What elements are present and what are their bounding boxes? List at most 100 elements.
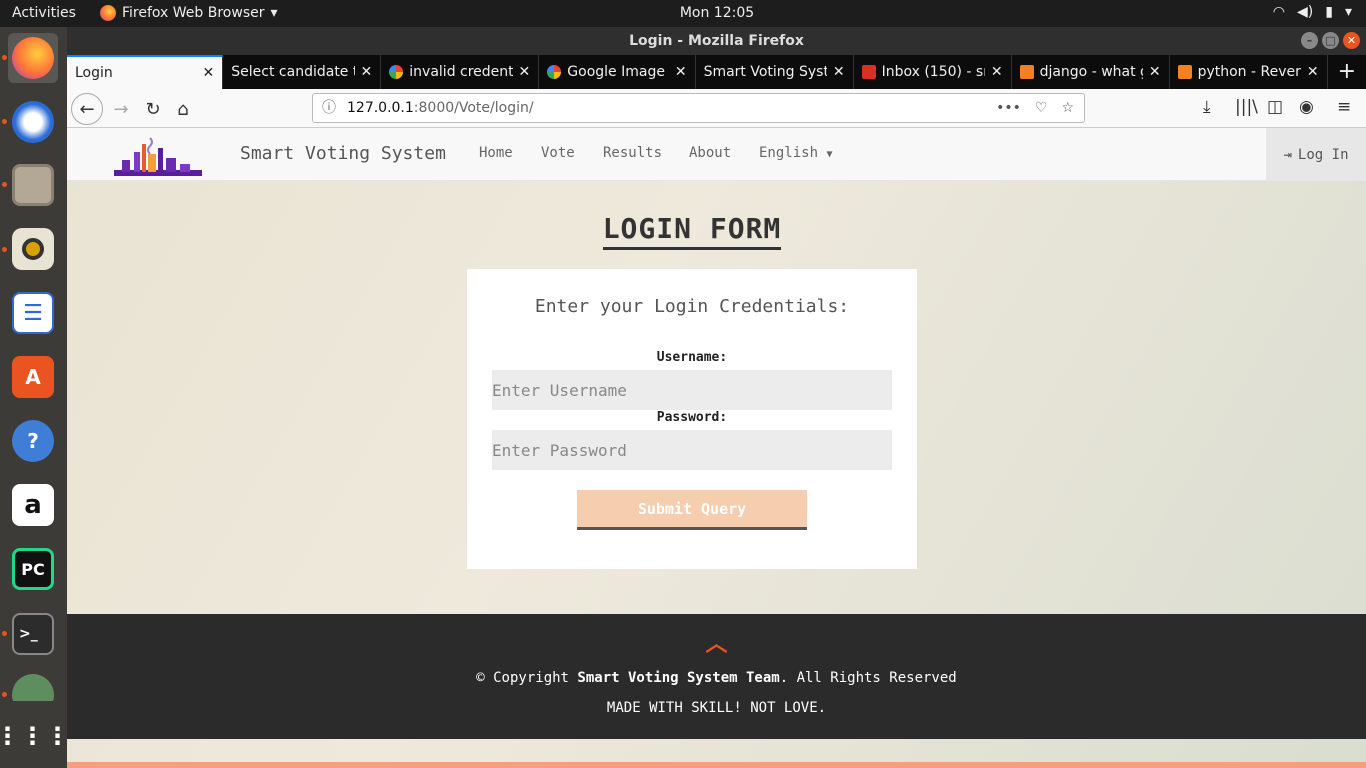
tab-python[interactable]: python - Rever ✕ <box>1170 55 1328 89</box>
pocket-icon[interactable]: ♡ <box>1035 94 1048 122</box>
back-button[interactable]: ← <box>71 93 103 125</box>
url-path: :8000/Vote/login/ <box>413 100 534 116</box>
nav-vote[interactable]: Vote <box>541 145 575 161</box>
wifi-icon: ◠ <box>1272 4 1286 20</box>
running-indicator <box>2 182 7 187</box>
system-tray[interactable]: ◠ ◀) ▮ ▾ <box>1273 4 1352 20</box>
tab-label: Login <box>75 65 113 81</box>
dock-help[interactable]: ? <box>8 416 58 466</box>
close-tab-icon[interactable]: ✕ <box>675 64 687 80</box>
copyright-suffix: . All Rights Reserved <box>779 670 957 686</box>
tab-inbox[interactable]: Inbox (150) - sr ✕ <box>854 55 1012 89</box>
maximize-button[interactable]: □ <box>1322 32 1339 49</box>
google-icon <box>389 65 404 79</box>
url-host: 127.0.0.1 <box>347 100 414 116</box>
close-tab-icon[interactable]: ✕ <box>1149 64 1161 80</box>
close-tab-icon[interactable]: ✕ <box>519 64 531 80</box>
tab-select-candidate[interactable]: Select candidate t ✕ <box>223 55 382 89</box>
chevron-up-icon[interactable]: ︿ <box>67 626 1366 658</box>
close-tab-icon[interactable]: ✕ <box>991 64 1003 80</box>
info-icon[interactable]: ⓘ <box>322 94 336 122</box>
page-actions-icon[interactable]: ••• <box>996 94 1021 122</box>
copyright: © Copyright Smart Voting System Team. Al… <box>67 670 1366 686</box>
window-title: Login - Mozilla Firefox <box>629 33 804 49</box>
dock-software[interactable]: A <box>8 352 58 402</box>
new-tab-button[interactable]: + <box>1328 55 1366 89</box>
login-card: Enter your Login Credentials: Username: … <box>467 269 917 569</box>
password-label: Password: <box>656 410 728 425</box>
tab-django[interactable]: django - what g ✕ <box>1012 55 1170 89</box>
login-label: Log In <box>1297 146 1349 163</box>
username-label: Username: <box>656 350 728 365</box>
terminal-icon: >_ <box>12 613 54 655</box>
tab-google-image[interactable]: Google Image ✕ <box>539 55 696 89</box>
dock-rhythmbox[interactable] <box>8 224 58 274</box>
dock-pycharm[interactable]: PC <box>8 544 58 594</box>
tab-invalid-credentials[interactable]: invalid credent ✕ <box>381 55 540 89</box>
url-bar[interactable]: ⓘ 127.0.0.1:8000/Vote/login/ ••• ♡ ☆ <box>312 93 1085 123</box>
thunderbird-icon <box>12 101 54 143</box>
language-dropdown[interactable]: English ▼ <box>759 145 832 161</box>
library-icon[interactable]: |||\ <box>1235 97 1258 117</box>
language-label: English <box>759 145 819 161</box>
dock-writer[interactable]: ☰ <box>8 288 58 338</box>
downloads-icon[interactable]: ⤓ <box>1203 97 1211 117</box>
close-window-button[interactable]: ✕ <box>1343 32 1360 49</box>
tab-label: Smart Voting Syst <box>703 64 827 80</box>
nav-home[interactable]: Home <box>479 145 513 161</box>
tab-bar: Login ✕ Select candidate t ✕ invalid cre… <box>67 55 1366 89</box>
menu-icon[interactable]: ≡ <box>1337 97 1351 117</box>
chevron-down-icon: ▾ <box>1344 4 1352 20</box>
help-icon: ? <box>12 420 54 462</box>
dock-terminal[interactable]: >_ <box>8 609 58 659</box>
login-heading: Enter your Login Credentials: <box>534 296 850 317</box>
clock[interactable]: Mon 12:05 <box>0 5 1366 21</box>
dock-firefox[interactable] <box>8 33 58 83</box>
close-tab-icon[interactable]: ✕ <box>1307 64 1319 80</box>
tab-label: Google Image <box>567 64 665 80</box>
dock-amazon[interactable]: a <box>8 480 58 530</box>
password-input[interactable] <box>492 430 892 470</box>
running-indicator <box>2 247 7 252</box>
account-icon[interactable]: ◉ <box>1299 97 1314 117</box>
show-apps-button[interactable]: ⋮⋮⋮ <box>0 711 70 761</box>
pycharm-icon: PC <box>12 548 54 590</box>
writer-icon: ☰ <box>12 292 54 334</box>
tab-login[interactable]: Login ✕ <box>67 55 224 89</box>
tab-label: Select candidate t <box>231 64 355 80</box>
tab-label: python - Rever <box>1197 64 1301 80</box>
dock: ☰ A ? a PC >_ ⋮⋮⋮ <box>0 27 70 768</box>
close-tab-icon[interactable]: ✕ <box>203 65 215 81</box>
close-tab-icon[interactable]: ✕ <box>361 64 373 80</box>
software-center-icon: A <box>12 356 54 398</box>
username-input[interactable] <box>492 370 892 410</box>
nav-results[interactable]: Results <box>603 145 662 161</box>
running-indicator <box>2 631 7 636</box>
bottom-strip <box>67 762 1366 768</box>
running-indicator <box>2 692 7 697</box>
login-link[interactable]: ⇥ Log In <box>1266 128 1366 181</box>
tab-label: Inbox (150) - sr <box>881 64 985 80</box>
close-tab-icon[interactable]: ✕ <box>833 64 845 80</box>
forward-button[interactable]: → <box>107 95 135 123</box>
files-icon <box>12 164 54 206</box>
sidebar-icon[interactable]: ◫ <box>1267 97 1283 117</box>
volume-icon: ◀) <box>1297 4 1314 20</box>
tab-smart-voting[interactable]: Smart Voting Syst ✕ <box>696 55 854 89</box>
reload-button[interactable]: ↻ <box>139 95 167 123</box>
submit-button[interactable]: Submit Query <box>577 490 807 530</box>
page-title: LOGIN FORM <box>67 212 1317 250</box>
rhythmbox-icon <box>12 228 54 270</box>
site-logo[interactable] <box>114 134 202 178</box>
minimize-button[interactable]: – <box>1301 32 1318 49</box>
nav-toolbar: ← → ↻ ⌂ ⓘ 127.0.0.1:8000/Vote/login/ •••… <box>67 89 1366 128</box>
home-button[interactable]: ⌂ <box>169 95 197 123</box>
dock-files[interactable] <box>8 160 58 210</box>
running-indicator <box>2 119 7 124</box>
bookmark-star-icon[interactable]: ☆ <box>1061 94 1074 122</box>
dock-app[interactable] <box>8 671 58 701</box>
battery-icon: ▮ <box>1325 4 1333 20</box>
dock-thunderbird[interactable] <box>8 97 58 147</box>
nav-about[interactable]: About <box>689 145 731 161</box>
site-brand[interactable]: Smart Voting System <box>240 143 446 164</box>
